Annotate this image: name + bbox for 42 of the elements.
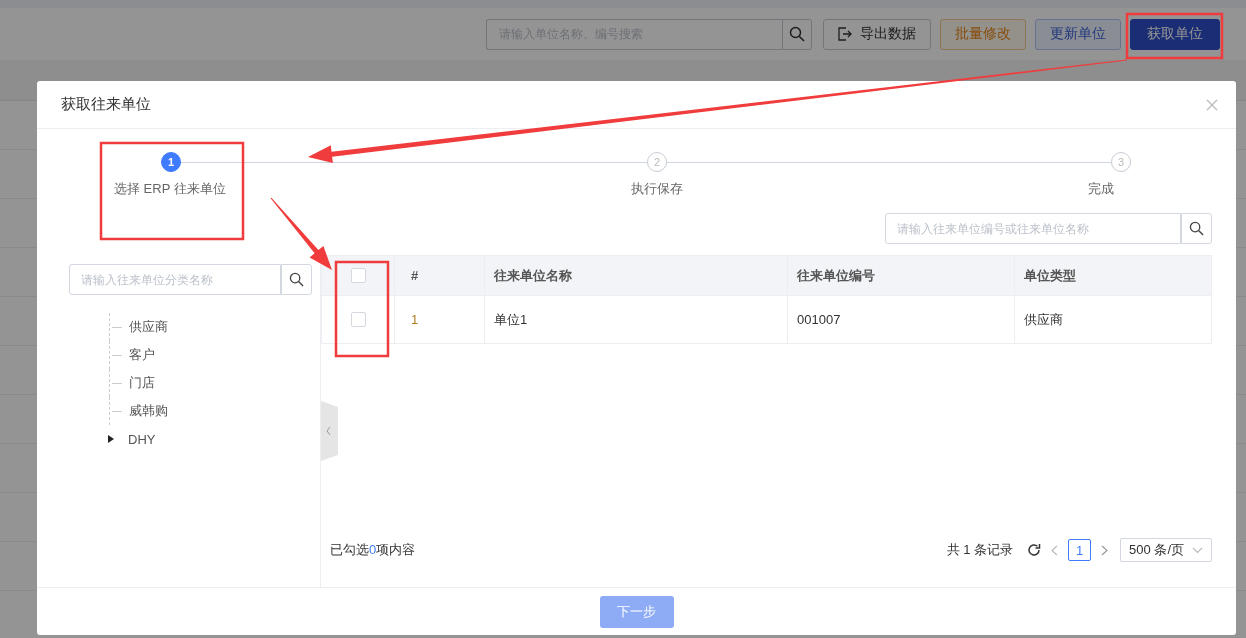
caret-icon[interactable]	[108, 435, 114, 443]
search-icon	[289, 272, 304, 287]
step-number: 1	[161, 152, 181, 172]
search-button[interactable]	[1181, 213, 1212, 244]
dialog-title: 获取往来单位	[61, 95, 151, 114]
toolbar-button[interactable]: 获取单位	[1130, 18, 1220, 50]
table-cell: 供应商	[1024, 310, 1063, 329]
checkbox[interactable]	[350, 268, 366, 283]
column-header: 往来单位名称	[494, 266, 572, 285]
column-header: #	[411, 268, 419, 283]
step-label: 选择 ERP 往来单位	[114, 180, 226, 198]
page-button[interactable]: 1	[1068, 539, 1092, 561]
tree-item[interactable]: 客户	[129, 346, 155, 364]
tree-item[interactable]: 供应商	[129, 318, 168, 336]
table-cell: 单位1	[494, 310, 528, 329]
next-page-icon[interactable]	[1101, 544, 1109, 556]
tree-item[interactable]: 门店	[129, 374, 155, 392]
table-cell: 1	[411, 312, 419, 327]
export-icon	[838, 27, 852, 41]
previous-page-icon[interactable]	[1051, 544, 1059, 556]
search-icon	[1189, 221, 1204, 236]
search-field[interactable]: 请输入往来单位编号或往来单位名称	[885, 213, 1181, 244]
search-field[interactable]: 请输入往来单位分类名称	[69, 264, 281, 295]
chevron-icon	[1192, 546, 1203, 554]
step-label: 完成	[1088, 180, 1114, 198]
collapse-handle[interactable]	[321, 401, 338, 461]
search-button[interactable]	[782, 18, 812, 50]
refresh-icon[interactable]	[1027, 543, 1042, 557]
tree-item[interactable]: 威韩购	[129, 402, 168, 420]
search-button[interactable]	[281, 264, 312, 295]
toolbar-button[interactable]: 导出数据	[823, 18, 931, 50]
step-label: 执行保存	[631, 180, 683, 198]
selection-summary: 已勾选0项内容	[330, 541, 416, 559]
checkbox[interactable]	[350, 312, 366, 327]
tree-item[interactable]: DHY	[128, 431, 156, 447]
page-size-select[interactable]: 500 条/页	[1120, 538, 1212, 562]
column-header: 往来单位编号	[797, 266, 875, 285]
column-header: 单位类型	[1024, 266, 1076, 285]
table-cell: 001007	[797, 312, 841, 327]
close-icon[interactable]	[1206, 98, 1218, 111]
search-icon	[789, 26, 805, 42]
record-count: 共 1 条记录	[946, 541, 1014, 559]
